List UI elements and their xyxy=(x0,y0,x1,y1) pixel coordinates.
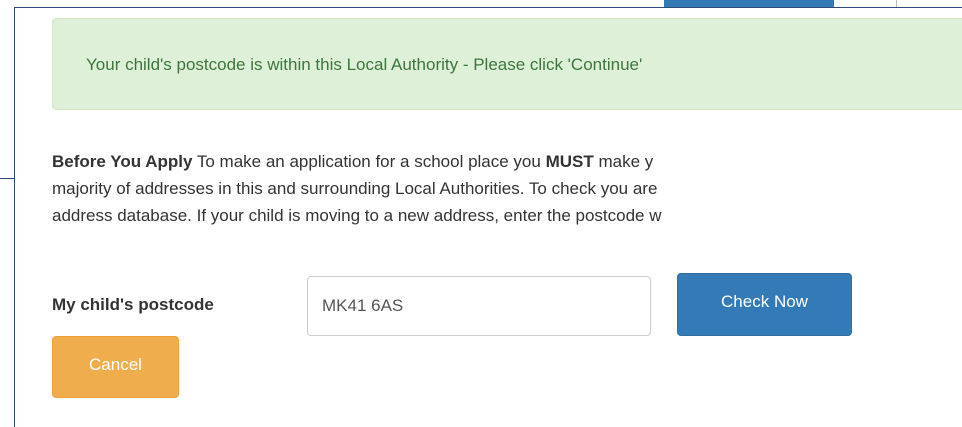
intro-line-1: Before You Apply To make an application … xyxy=(52,148,962,175)
must-emphasis: MUST xyxy=(545,152,594,171)
before-you-apply-text: Before You Apply To make an application … xyxy=(52,148,962,229)
postcode-input[interactable] xyxy=(307,276,651,336)
postcode-check-dialog: Your child's postcode is within this Loc… xyxy=(14,7,962,427)
screen: Your child's postcode is within this Loc… xyxy=(0,0,962,427)
cancel-button[interactable]: Cancel xyxy=(52,336,179,398)
check-now-button[interactable]: Check Now xyxy=(677,273,852,336)
intro-line-2: majority of addresses in this and surrou… xyxy=(52,179,658,198)
intro-line-1-text-b: make y xyxy=(593,152,654,171)
intro-line-3: address database. If your child is movin… xyxy=(52,206,662,225)
intro-line-1-text-a: To make an application for a school plac… xyxy=(192,152,546,171)
postcode-label: My child's postcode xyxy=(52,295,214,314)
postcode-success-alert: Your child's postcode is within this Loc… xyxy=(52,18,962,110)
before-you-apply-heading: Before You Apply xyxy=(52,152,193,171)
